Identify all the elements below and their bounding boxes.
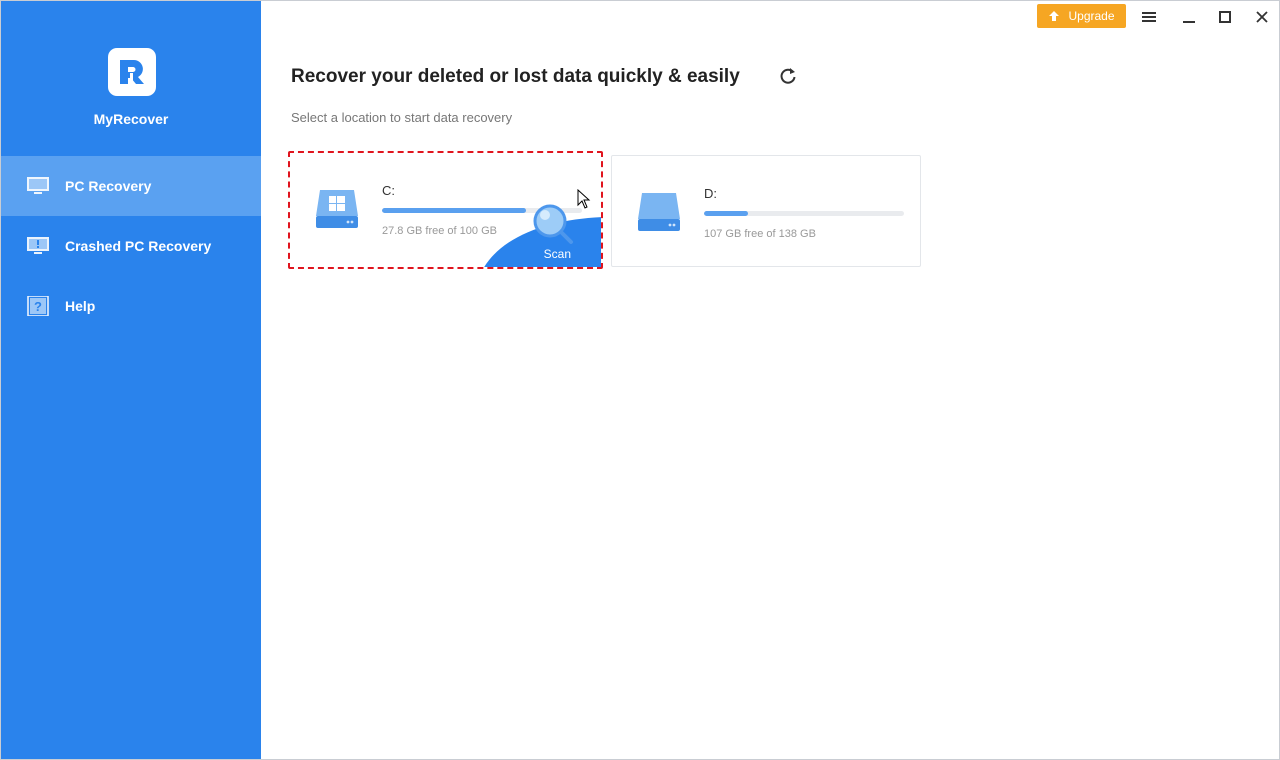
crashed-monitor-icon [27, 237, 49, 254]
logo-icon [120, 60, 144, 84]
sidebar-item-crashed-pc-recovery[interactable]: Crashed PC Recovery [1, 216, 261, 276]
maximize-icon [1219, 11, 1231, 23]
page-title: Recover your deleted or lost data quickl… [291, 66, 740, 87]
drive-usage-bar [704, 211, 904, 216]
minimize-button[interactable] [1177, 5, 1201, 29]
sidebar-item-pc-recovery[interactable]: PC Recovery [1, 156, 261, 216]
monitor-icon [27, 177, 49, 194]
hamburger-menu-icon [1142, 12, 1156, 22]
sidebar-item-label: Help [65, 298, 96, 314]
drive-free-space: 107 GB free of 138 GB [704, 228, 816, 240]
sidebar-item-label: PC Recovery [65, 178, 152, 194]
sidebar: MyRecover PC Recovery Crashed PC Recover… [1, 1, 261, 759]
windows-drive-icon [316, 190, 358, 228]
drive-card-c[interactable]: C: 27.8 GB free of 100 GB Scan [288, 151, 603, 269]
drive-card-d[interactable]: D: 107 GB free of 138 GB [611, 155, 921, 267]
mouse-cursor-icon [577, 189, 591, 209]
close-button[interactable] [1250, 5, 1274, 29]
upgrade-label: Upgrade [1068, 9, 1115, 23]
upgrade-button[interactable]: Upgrade [1037, 4, 1126, 28]
refresh-icon[interactable] [778, 66, 798, 86]
close-icon [1256, 11, 1268, 23]
maximize-button[interactable] [1213, 5, 1237, 29]
minimize-icon [1183, 21, 1195, 23]
drive-label: D: [704, 186, 717, 201]
menu-button[interactable] [1137, 5, 1161, 29]
help-icon: ? [27, 296, 49, 316]
app-window: MyRecover PC Recovery Crashed PC Recover… [0, 0, 1280, 760]
svg-text:?: ? [34, 299, 42, 314]
magnifier-icon [533, 204, 573, 244]
sidebar-item-help[interactable]: ? Help [1, 276, 261, 336]
app-name: MyRecover [93, 111, 169, 127]
drive-usage-fill [704, 211, 748, 216]
page-subtitle: Select a location to start data recovery [291, 110, 513, 125]
drive-label: C: [382, 183, 395, 198]
upgrade-arrow-icon [1049, 11, 1060, 21]
drive-icon [638, 193, 680, 231]
app-logo [108, 48, 156, 96]
sidebar-item-label: Crashed PC Recovery [65, 238, 212, 254]
scan-button[interactable]: Scan [544, 247, 571, 261]
